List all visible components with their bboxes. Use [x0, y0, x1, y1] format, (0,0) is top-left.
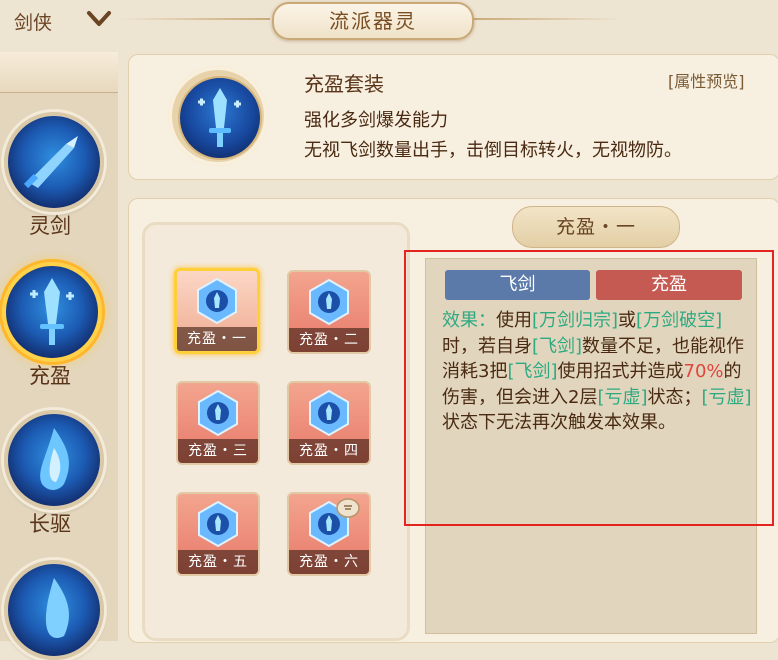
spirit-slot-label: 充盈・四	[289, 439, 369, 463]
set-description-1: 强化多剑爆发能力	[304, 110, 448, 131]
sidebar-item-chongying[interactable]	[2, 262, 102, 362]
set-description-2: 无视飞剑数量出手，击倒目标转火，无视物防。	[304, 140, 682, 161]
flame-icon	[45, 578, 69, 638]
spirit-slot[interactable]: 充盈・四	[287, 381, 371, 465]
sidebar-item-changqu[interactable]	[4, 410, 104, 510]
spirit-slot[interactable]: 充盈・三	[176, 381, 260, 465]
title-ornament-right	[472, 18, 622, 20]
crystal-icon	[198, 500, 238, 548]
flame-icon	[40, 428, 69, 490]
sidebar-item-4[interactable]	[4, 560, 104, 660]
set-title: 充盈套装	[304, 72, 384, 96]
spirit-slot-label: 充盈・一	[177, 327, 257, 351]
sidebar-item-label: 充盈	[29, 364, 71, 388]
attribute-preview-link[interactable]: [属性预览]	[668, 68, 745, 92]
spirit-slot-label: 充盈・六	[289, 550, 369, 574]
spirit-slot-label: 充盈・三	[178, 439, 258, 463]
set-icon	[178, 76, 262, 160]
chevron-down-icon[interactable]	[86, 9, 112, 29]
sword-icon	[23, 136, 78, 189]
school-dropdown-label: 剑侠	[14, 12, 53, 34]
spirit-slot-label: 充盈・二	[289, 328, 369, 352]
sidebar-item-label: 灵剑	[29, 214, 71, 238]
spirit-slot[interactable]: 充盈・二	[287, 270, 371, 354]
spirit-slot-label: 充盈・五	[178, 550, 258, 574]
title-ornament-left	[120, 18, 270, 20]
lock-badge-icon	[336, 498, 360, 518]
highlight-frame	[404, 250, 774, 526]
detail-title: 充盈・一	[512, 206, 680, 248]
page-title: 流派器灵	[272, 2, 474, 40]
spirit-slot[interactable]: 充盈・一	[174, 268, 260, 354]
spirit-slot[interactable]: 充盈・五	[176, 492, 260, 576]
crystal-icon	[309, 278, 349, 326]
sidebar-item-label: 长驱	[29, 512, 71, 536]
sidebar-item-lingjian[interactable]	[4, 112, 104, 212]
crystal-icon	[309, 389, 349, 437]
crystal-icon	[198, 389, 238, 437]
school-dropdown[interactable]	[0, 52, 118, 93]
sword-icon	[198, 88, 241, 147]
sword-icon	[30, 278, 74, 345]
crystal-icon	[197, 277, 237, 325]
